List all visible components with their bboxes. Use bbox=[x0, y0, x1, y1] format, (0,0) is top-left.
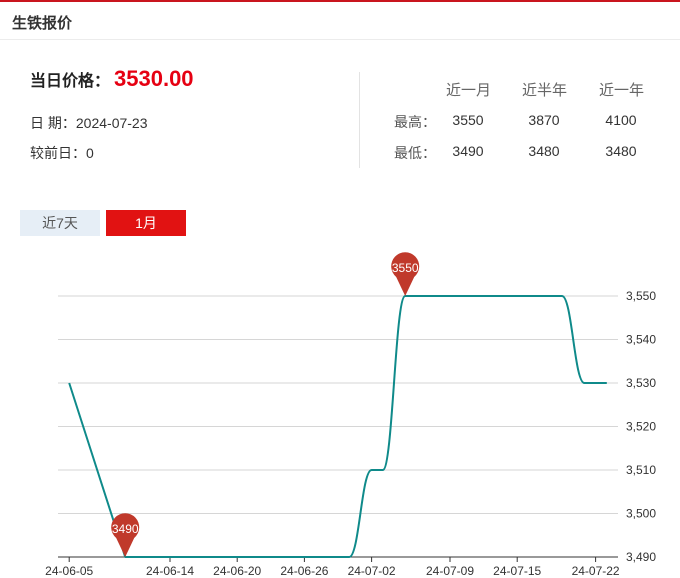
current-price: 当日价格： 3530.00 bbox=[30, 66, 194, 92]
x-tick-label: 24-06-26 bbox=[280, 564, 328, 578]
price-line-chart: 24-06-05 24-06-14 24-06-20 24-06-26 24-07-02… bbox=[45, 252, 656, 578]
header-bar: 生铁报价 bbox=[0, 2, 680, 40]
tab-1-month[interactable]: 1月 bbox=[106, 210, 186, 236]
stat-low-month: 3490 bbox=[452, 143, 484, 159]
stat-high-halfyear: 3870 bbox=[528, 112, 560, 128]
stat-col-year: 近一年 bbox=[599, 82, 645, 99]
x-tick-labels: 24-06-05 24-06-14 24-06-20 24-06-26 24-07-02… bbox=[45, 564, 620, 578]
x-tick-label: 24-07-15 bbox=[493, 564, 541, 578]
x-tick-label: 24-06-20 bbox=[213, 564, 261, 578]
grid-lines bbox=[58, 295, 618, 514]
x-tick-label: 24-07-02 bbox=[348, 564, 396, 578]
page-title: 生铁报价 bbox=[12, 15, 73, 32]
stat-row-high-label: 最高： bbox=[394, 114, 436, 130]
date-label: 日 期： bbox=[30, 115, 76, 131]
x-tick-label: 24-07-22 bbox=[572, 564, 620, 578]
price-value: 3530.00 bbox=[114, 66, 194, 91]
x-tick-label: 24-06-05 bbox=[45, 564, 93, 578]
value-marker-pin: 3550 bbox=[391, 252, 420, 296]
date-value: 2024-07-23 bbox=[75, 115, 148, 131]
stat-low-halfyear: 3480 bbox=[528, 143, 560, 159]
x-tick-label: 24-07-09 bbox=[426, 564, 474, 578]
marker-label: 3550 bbox=[392, 261, 419, 275]
date-line: 日 期：2024-07-23 bbox=[30, 113, 148, 133]
y-tick-labels: 3,490 3,500 3,510 3,520 3,530 3,540 3,550 bbox=[626, 289, 656, 564]
stat-high-month: 3550 bbox=[452, 112, 484, 128]
marker-label: 3490 bbox=[112, 522, 139, 536]
stat-row-low-label: 最低： bbox=[394, 145, 436, 161]
y-tick-label: 3,530 bbox=[626, 376, 656, 390]
price-label: 当日价格： bbox=[30, 73, 111, 90]
value-marker-pin: 3490 bbox=[111, 513, 140, 557]
stat-col-month: 近一月 bbox=[446, 82, 492, 99]
y-tick-label: 3,520 bbox=[626, 420, 656, 434]
divider bbox=[359, 72, 360, 168]
y-tick-label: 3,540 bbox=[626, 333, 656, 347]
change-value: 0 bbox=[86, 145, 94, 161]
markers: 3490 3550 bbox=[111, 252, 420, 557]
y-tick-label: 3,490 bbox=[626, 550, 656, 564]
tab-7-days[interactable]: 近7天 bbox=[20, 210, 100, 236]
y-tick-label: 3,550 bbox=[626, 289, 656, 303]
y-tick-label: 3,510 bbox=[626, 463, 656, 477]
stat-low-year: 3480 bbox=[605, 143, 637, 159]
stat-col-halfyear: 近半年 bbox=[522, 82, 568, 99]
x-tick-label: 24-06-14 bbox=[146, 564, 194, 578]
change-label: 较前日： bbox=[30, 145, 86, 161]
change-line: 较前日：0 bbox=[30, 143, 94, 163]
y-tick-label: 3,500 bbox=[626, 507, 656, 521]
stat-high-year: 4100 bbox=[605, 112, 637, 128]
